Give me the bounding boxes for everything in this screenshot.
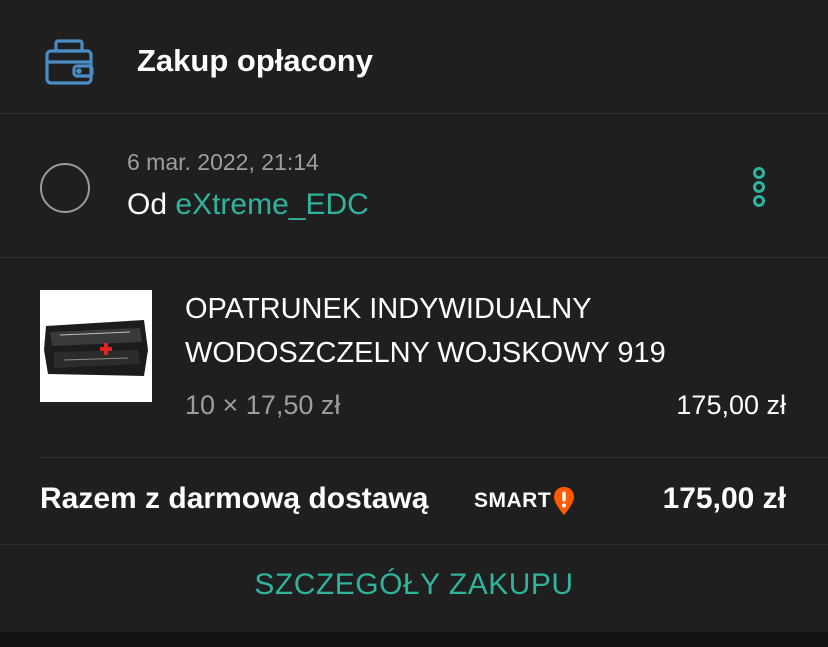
smart-exclamation-icon [554, 487, 575, 515]
product-name-link[interactable]: OPATRUNEK INDYWIDUALNY WODOSZCZELNY WOJS… [185, 287, 785, 375]
page-title: Zakup opłacony [137, 43, 373, 78]
divider [40, 457, 828, 458]
seller-name-link[interactable]: eXtreme_EDC [175, 188, 368, 221]
product-name-line1: OPATRUNEK INDYWIDUALNY [185, 293, 592, 325]
seller-line: Od eXtreme_EDC [127, 188, 369, 222]
smart-badge: SMART [474, 486, 576, 516]
purchase-details-button[interactable]: SZCZEGÓŁY ZAKUPU [0, 568, 828, 602]
divider [0, 257, 828, 258]
total-label: Razem z darmową dostawą [40, 482, 429, 515]
total-price: 175,00 zł [662, 482, 786, 515]
order-date: 6 mar. 2022, 21:14 [127, 149, 319, 175]
product-name-line2: WODOSZCZELNY WOJSKOWY 919 [185, 337, 666, 369]
wallet-icon [44, 38, 96, 86]
line-total: 175,00 zł [676, 390, 786, 420]
more-options-icon[interactable] [746, 164, 772, 210]
seller-prefix: Od [127, 188, 168, 221]
smart-badge-text: SMART [474, 489, 552, 512]
product-thumbnail[interactable] [40, 290, 152, 402]
select-order-radio[interactable] [40, 163, 90, 213]
divider [0, 113, 828, 114]
purchase-card: Zakup opłacony 6 mar. 2022, 21:14 Od eXt… [0, 0, 828, 632]
divider [0, 544, 828, 545]
quantity-unit-price: 10 × 17,50 zł [185, 390, 341, 420]
